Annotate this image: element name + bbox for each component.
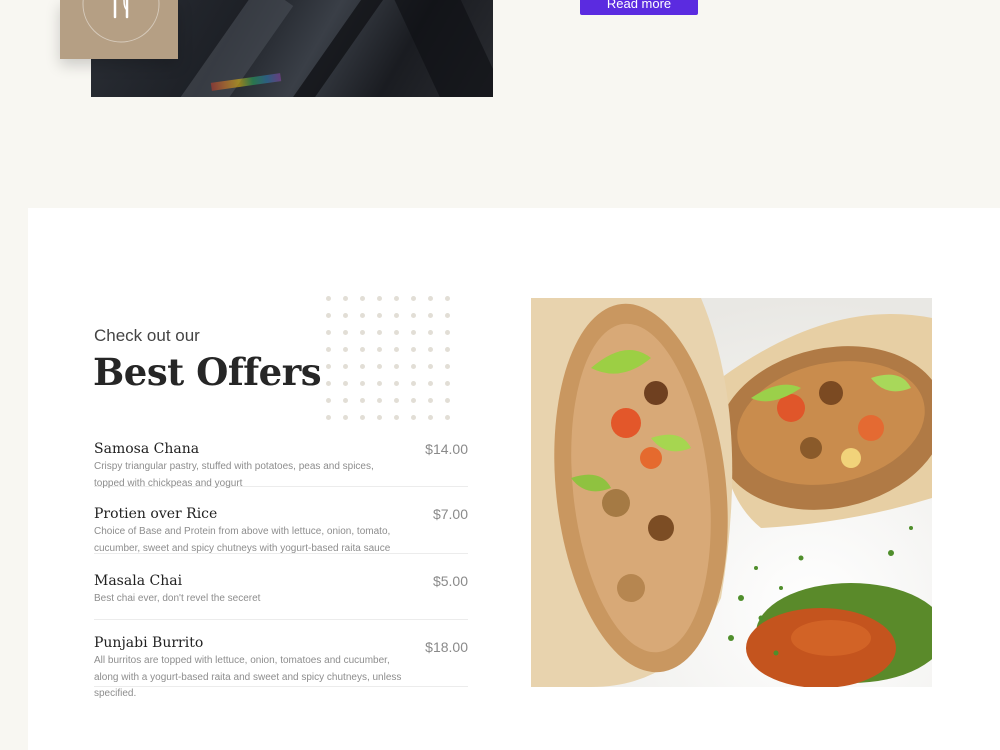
decorative-dot [377,381,382,386]
decorative-dot [377,398,382,403]
decorative-dot [326,364,331,369]
menu-item-description: Choice of Base and Protein from above wi… [94,526,391,554]
menu-item-name: Punjabi Burrito [94,635,204,651]
decorative-dot [360,398,365,403]
decorative-dot [428,398,433,403]
decorative-dot [445,330,450,335]
menu-item-price: $7.00 [432,506,468,522]
decorative-dot [343,381,348,386]
decorative-dot [428,364,433,369]
menu-item-name: Samosa Chana [94,441,200,457]
decorative-dot [343,347,348,352]
decorative-dot [360,381,365,386]
section-heading: Best Offers [93,350,322,394]
decorative-dot [445,313,450,318]
decorative-dot [411,415,416,420]
menu-item-name: Masala Chai [94,573,183,589]
decorative-dot [394,415,399,420]
decorative-dot [377,364,382,369]
decorative-dot [411,330,416,335]
decorative-dot [445,398,450,403]
decorative-dot [360,296,365,301]
decorative-dot [394,364,399,369]
burrito-illustration [531,298,932,687]
decorative-dot [326,330,331,335]
decorative-dot [360,364,365,369]
decorative-dot [428,381,433,386]
menu-item-protien-over-rice[interactable]: Protien over Rice $7.00 Choice of Base a… [94,487,468,554]
decorative-dot [326,398,331,403]
decorative-dot [343,398,348,403]
decorative-dot [326,313,331,318]
menu-item-description: Best chai ever, don't revel the seceret [94,593,261,604]
menu-item-price: $5.00 [432,573,468,589]
menu-item-price: $18.00 [425,639,468,655]
decorative-dot [445,415,450,420]
best-offers-section: Check out our Best Offers Samosa Chana $… [28,208,1000,750]
decorative-dot [377,296,382,301]
decorative-dot [394,296,399,301]
decorative-dot [428,296,433,301]
menu-item-punjabi-burrito[interactable]: Punjabi Burrito $18.00 All burritos are … [94,620,468,699]
decorative-dot [411,313,416,318]
decorative-dot [411,364,416,369]
decorative-dot [411,296,416,301]
decorative-dot [360,415,365,420]
menu-item-samosa-chana[interactable]: Samosa Chana $14.00 Crispy triangular pa… [94,439,468,489]
decorative-dot [428,313,433,318]
decorative-dot [377,347,382,352]
decorative-dot [377,330,382,335]
menu-item-description: All burritos are topped with lettuce, on… [94,655,402,699]
decorative-dot [445,296,450,301]
section-kicker: Check out our [94,326,200,345]
burrito-photo [531,298,932,687]
decorative-dot [326,347,331,352]
decorative-dot [428,330,433,335]
decorative-dot [445,381,450,386]
decorative-dot [445,364,450,369]
menu-item-masala-chai[interactable]: Masala Chai $5.00 Best chai ever, don't … [94,554,468,620]
decorative-dot [360,313,365,318]
decorative-dot [428,347,433,352]
decorative-dot [377,313,382,318]
decorative-dot [428,415,433,420]
decorative-dot-grid [326,296,462,432]
decorative-dot [360,330,365,335]
decorative-dot [343,415,348,420]
decorative-dot [394,347,399,352]
menu-list: Samosa Chana $14.00 Crispy triangular pa… [94,439,468,699]
decorative-dot [343,296,348,301]
decorative-dot [394,330,399,335]
menu-item-price: $14.00 [425,441,468,457]
decorative-dot [326,381,331,386]
decorative-dot [326,296,331,301]
decorative-dot [343,330,348,335]
decorative-dot [394,398,399,403]
decorative-dot [411,398,416,403]
decorative-dot [394,381,399,386]
decorative-dot [377,415,382,420]
menu-item-name: Protien over Rice [94,506,218,522]
decorative-dot [445,347,450,352]
decorative-dot [411,347,416,352]
decorative-dot [343,313,348,318]
fork-knife-icon [82,0,160,43]
fork-knife-badge [60,0,178,59]
decorative-dot [411,381,416,386]
decorative-dot [326,415,331,420]
decorative-dot [343,364,348,369]
decorative-dot [360,347,365,352]
read-more-button[interactable]: Read more [580,0,698,15]
decorative-dot [394,313,399,318]
